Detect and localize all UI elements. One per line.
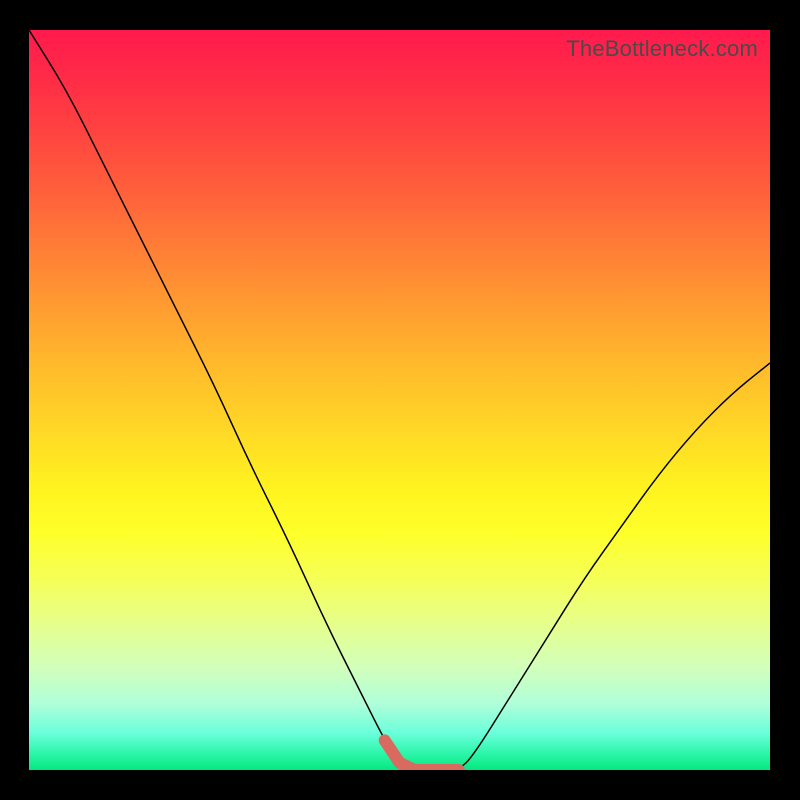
plot-area: TheBottleneck.com — [29, 30, 770, 770]
chart-svg — [29, 30, 770, 770]
chart-frame: TheBottleneck.com — [0, 0, 800, 800]
bottleneck-curve — [29, 30, 770, 770]
optimal-range-highlight — [385, 740, 459, 770]
